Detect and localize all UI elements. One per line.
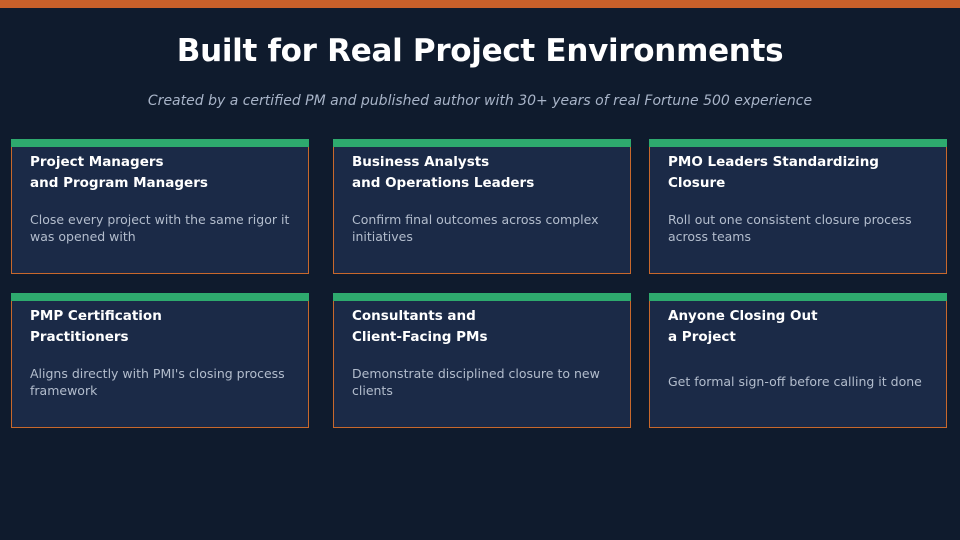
card-title: PMP Certification Practitioners [30, 308, 162, 345]
audience-card-consultants: Consultants and Client-Facing PMs Demons… [333, 293, 631, 428]
card-accent-bar [11, 293, 309, 301]
card-title: Anyone Closing Out a Project [668, 308, 818, 345]
audience-card-anyone-closing: Anyone Closing Out a Project Get formal … [649, 293, 947, 428]
card-title: Consultants and Client-Facing PMs [352, 308, 488, 345]
card-title: Project Managers and Program Managers [30, 154, 208, 191]
audience-card-grid: Project Managers and Program Managers Cl… [0, 0, 960, 540]
card-accent-bar [333, 293, 631, 301]
audience-card-pmp-practitioners: PMP Certification Practitioners Aligns d… [11, 293, 309, 428]
audience-card-pmo-leaders: PMO Leaders Standardizing Closure Roll o… [649, 139, 947, 274]
card-accent-bar [333, 139, 631, 147]
audience-card-project-managers: Project Managers and Program Managers Cl… [11, 139, 309, 274]
card-description: Roll out one consistent closure process … [668, 212, 912, 244]
card-description: Demonstrate disciplined closure to new c… [352, 366, 600, 398]
card-accent-bar [11, 139, 309, 147]
card-title: Business Analysts and Operations Leaders [352, 154, 535, 191]
card-description: Aligns directly with PMI's closing proce… [30, 366, 285, 398]
card-accent-bar [649, 139, 947, 147]
card-description: Confirm final outcomes across complex in… [352, 212, 599, 244]
card-title: PMO Leaders Standardizing Closure [668, 154, 879, 191]
card-accent-bar [649, 293, 947, 301]
card-description: Close every project with the same rigor … [30, 212, 290, 244]
card-description: Get formal sign-off before calling it do… [668, 374, 922, 389]
audience-card-business-analysts: Business Analysts and Operations Leaders… [333, 139, 631, 274]
